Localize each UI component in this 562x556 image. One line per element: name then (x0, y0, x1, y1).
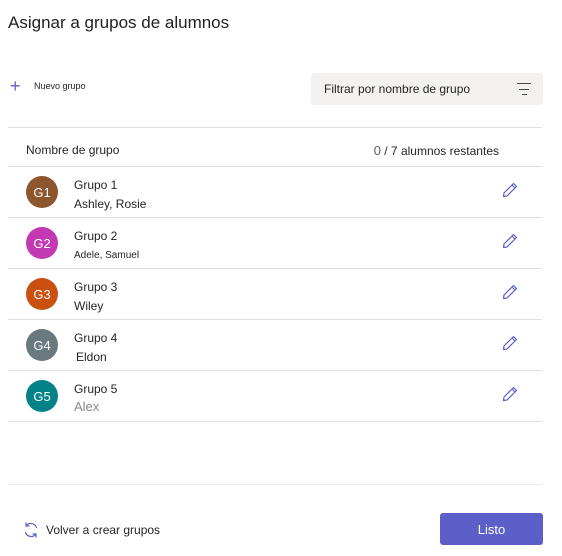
dialog-title: Asignar a grupos de alumnos (8, 13, 230, 32)
remaining-suffix: / 7 alumnos restantes (384, 144, 499, 158)
avatar: G2 (26, 227, 58, 259)
avatar: G4 (26, 329, 58, 361)
group-name: Grupo 4 (74, 331, 118, 345)
list-header: Nombre de grupo 0 / 7 alumnos restantes (26, 143, 499, 158)
group-row: G3 Grupo 3 Wiley (8, 269, 542, 320)
group-list: G1 Grupo 1 Ashley, Rosie G2 Grupo 2 Adel… (8, 167, 542, 422)
column-header-group-name: Nombre de grupo (26, 143, 120, 157)
edit-pencil-icon[interactable] (501, 232, 519, 250)
group-name: Grupo 2 (74, 229, 118, 243)
avatar: G3 (26, 278, 58, 310)
edit-pencil-icon[interactable] (501, 283, 519, 301)
group-name: Grupo 3 (74, 280, 118, 294)
remaining-students: 0 / 7 alumnos restantes (374, 143, 499, 158)
assign-groups-dialog: Asignar a grupos de alumnos + Nuevo grup… (0, 0, 562, 556)
avatar: G1 (26, 176, 58, 208)
group-name: Grupo 1 (74, 178, 118, 192)
avatar: G5 (26, 380, 58, 412)
group-row: G4 Grupo 4 Eldon (8, 320, 542, 371)
group-members: Eldon (76, 350, 107, 364)
refresh-icon (24, 522, 38, 538)
edit-pencil-icon[interactable] (501, 334, 519, 352)
group-members: Alex (74, 399, 100, 414)
footer-divider (8, 484, 542, 485)
plus-icon: + (10, 76, 21, 96)
group-members: Adele, Samuel (74, 250, 140, 261)
group-members: Ashley, Rosie (74, 197, 147, 211)
group-row: G2 Grupo 2 Adele, Samuel (8, 218, 542, 269)
group-name: Grupo 5 (74, 382, 118, 396)
group-row: G5 Grupo 5 Alex (8, 371, 542, 422)
group-members: Wiley (74, 299, 104, 313)
edit-pencil-icon[interactable] (501, 385, 519, 403)
edit-pencil-icon[interactable] (501, 181, 519, 199)
reform-groups-label: Volver a crear grupos (46, 523, 161, 537)
group-row: G1 Grupo 1 Ashley, Rosie (8, 167, 542, 218)
reform-groups-button[interactable]: Volver a crear grupos (22, 521, 160, 539)
header-divider-top (8, 127, 542, 128)
filter-placeholder: Filtrar por nombre de grupo (324, 82, 471, 96)
done-button[interactable]: Listo (440, 513, 543, 545)
remaining-count: 0 (373, 143, 381, 158)
filter-icon[interactable] (517, 83, 531, 95)
new-group-button[interactable]: + Nuevo grupo (10, 76, 86, 96)
filter-input[interactable]: Filtrar por nombre de grupo (311, 73, 543, 105)
new-group-label: Nuevo grupo (34, 81, 86, 91)
